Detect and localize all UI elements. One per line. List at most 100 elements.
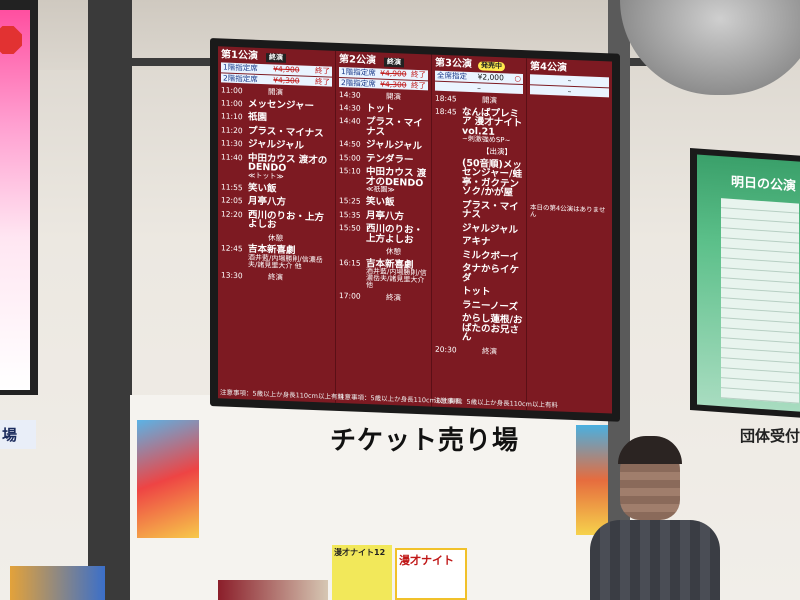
program-row: 13:30 終演: [221, 270, 332, 283]
program-act: タナからイケダ: [462, 262, 523, 285]
program-sub: ≪トット≫: [248, 170, 284, 181]
program-act-text: トット: [366, 102, 395, 115]
no-show-notice: 本日の第4公演はありません: [530, 203, 606, 219]
poster-bottom-mid: [218, 580, 328, 600]
program-act-text: 笑い飯: [248, 181, 277, 195]
program-act-text: 開演: [482, 95, 497, 106]
program-act: 中田カウス 渡才のDENDO ≪トット≫: [248, 151, 332, 182]
program-act-text: 中田カウス 渡才のDENDO: [248, 151, 328, 174]
left-display-panel: [0, 10, 30, 390]
program-act: 休憩: [268, 233, 283, 243]
program-act-text: アキナ: [462, 235, 491, 248]
program-act: 吉本新喜劇 酒井藍/内場勝則/信濃岳夫/諸見里大介 他: [366, 257, 428, 291]
program-time: 20:30: [435, 344, 457, 354]
program-act: 開演: [268, 87, 283, 97]
tomorrow-title: 明日の公演: [731, 174, 797, 195]
program-act: ジャルジャル: [462, 222, 518, 235]
program-act: 祇園: [248, 111, 267, 123]
program-act-text: 【出演】: [482, 146, 512, 157]
show-status-badge: 発売中: [477, 61, 505, 72]
ticket-label: 2階指定席: [223, 72, 258, 84]
program-time: 11:20: [221, 124, 243, 135]
program-act-text: ラニーノーズ: [462, 299, 518, 313]
show-title-text: 第1公演: [221, 49, 258, 62]
show-status-badge: 終演: [265, 53, 286, 63]
program-act-text: 笑い飯: [366, 195, 395, 209]
program-row: 12:45 吉本新喜劇 酒井藍/内場勝則/信濃岳夫/諸見里大介 他: [221, 243, 332, 271]
program-act: 中田カウス 渡才のDENDO ≪祇園≫: [366, 166, 428, 195]
program-act-text: 終演: [482, 345, 497, 356]
ticket-price: –: [477, 82, 481, 92]
ticket-label: 全席指定: [437, 70, 467, 81]
program-row: 12:20 西川のりお・上方よしお: [221, 209, 332, 232]
program-time: [435, 293, 459, 294]
ticket-price: ¥4,300: [380, 79, 407, 90]
program-row: 11:20 プラス・マイナス: [221, 125, 332, 139]
program-row: ミルクボーイ: [435, 249, 523, 262]
program-row: ジャルジャル: [435, 222, 523, 235]
program-act-text: 休憩: [386, 246, 401, 257]
program-act-text: 西川のりお・上方よしお: [248, 208, 325, 231]
ticket-price: –: [567, 86, 572, 96]
program-time: 18:45: [435, 93, 457, 104]
program-sub: 酒井藍/内場勝則/信濃岳夫/諸見里大介 他: [248, 252, 323, 271]
program-act: 終演: [482, 345, 497, 356]
show-title-text: 第3公演: [435, 57, 472, 71]
program-time: [435, 243, 459, 244]
program-row: トット: [435, 286, 523, 299]
program-act: 休憩: [386, 246, 401, 257]
program-row: プラス・マイナス: [435, 199, 523, 221]
program-time: [435, 320, 459, 321]
show-column-3: 第3公演 発売中 全席指定 ¥2,000 ○ – 18:45 開演 18:45 なんばプレミア 漫…: [432, 54, 558, 411]
program-act-text: タナからイケダ: [462, 262, 520, 284]
program-row: アキナ: [435, 236, 523, 249]
show-title-text: 第4公演: [530, 61, 567, 74]
program-act: トット: [366, 102, 395, 115]
program-row: 15:00 テンダラー: [339, 152, 428, 165]
program-act-text: (50音順)メッセンジャー/蛙亭・ガクテンソク/かが屋: [462, 157, 522, 199]
program-act: 笑い飯: [366, 195, 395, 209]
program-row: 17:00 終演: [339, 290, 428, 303]
program-time: 14:40: [339, 115, 361, 126]
program-act-text: 終演: [386, 292, 401, 303]
program-time: 18:45: [435, 106, 457, 116]
program-act: 終演: [268, 272, 283, 282]
program-row: 15:25 笑い飯: [339, 196, 428, 209]
program-act-text: プラス・マイナス: [462, 199, 519, 221]
program-time: 16:15: [339, 257, 361, 268]
program-row: 14:40 プラス・マイナス: [339, 116, 428, 138]
program-sub: ~刺激強めSP~: [462, 134, 511, 145]
program-row: 12:05 月亭八方: [221, 195, 332, 209]
notice-text: 注意事項：5歳以上か身長110cm以上有料: [220, 387, 344, 401]
program-list: 11:00 開演 11:00 メッセンジャー 11:10 祇園 11:20 プラス・マイナス 1…: [221, 85, 332, 283]
ticket-price: ¥2,000: [477, 72, 504, 83]
program-act-text: プラス・マイナス: [366, 115, 423, 138]
program-act-text: ミルクボーイ: [462, 249, 520, 263]
program-act: トット: [462, 286, 491, 298]
program-time: 11:00: [221, 97, 243, 108]
schedule-display: 第1公演 終演 1階指定席 ¥4,900 終了 2階指定席 ¥4,300 終了 11:00 開演 1…: [210, 38, 620, 422]
program-act: 笑い飯: [248, 181, 277, 195]
program-act-text: 月亭八方: [366, 209, 405, 222]
program-row: 11:30 ジャルジャル: [221, 138, 332, 152]
program-act: メッセンジャー: [248, 98, 314, 112]
poster-manzai-2: 漫才ナイト: [395, 548, 467, 600]
program-row: 20:30 終演: [435, 344, 523, 356]
program-list: [530, 98, 609, 101]
program-row: 【出演】: [435, 146, 523, 157]
program-act-text: 月亭八方: [248, 195, 287, 208]
program-time: 15:10: [339, 165, 361, 176]
show-title: 第3公演 発売中: [435, 57, 523, 72]
left-sign: 場: [0, 420, 36, 449]
program-act: 西川のりお・上方よしお: [366, 223, 428, 245]
show-column-1: 第1公演 終演 1階指定席 ¥4,900 終了 2階指定席 ¥4,300 終了 11:00 開演 1…: [218, 46, 344, 403]
program-act: テンダラー: [366, 152, 414, 165]
pendant-lamp: [620, 0, 800, 95]
ticket-status: 終了: [411, 69, 426, 80]
program-time: [435, 256, 459, 257]
program-time: 17:00: [339, 290, 361, 301]
ticket-price: ¥4,900: [380, 68, 407, 79]
program-list: 18:45 開演 18:45 なんばプレミア 漫才ナイトvol.21 ~刺激強めSP~ 【…: [435, 93, 523, 356]
program-time: 14:50: [339, 138, 361, 149]
program-act: プラス・マイナス: [248, 125, 324, 139]
